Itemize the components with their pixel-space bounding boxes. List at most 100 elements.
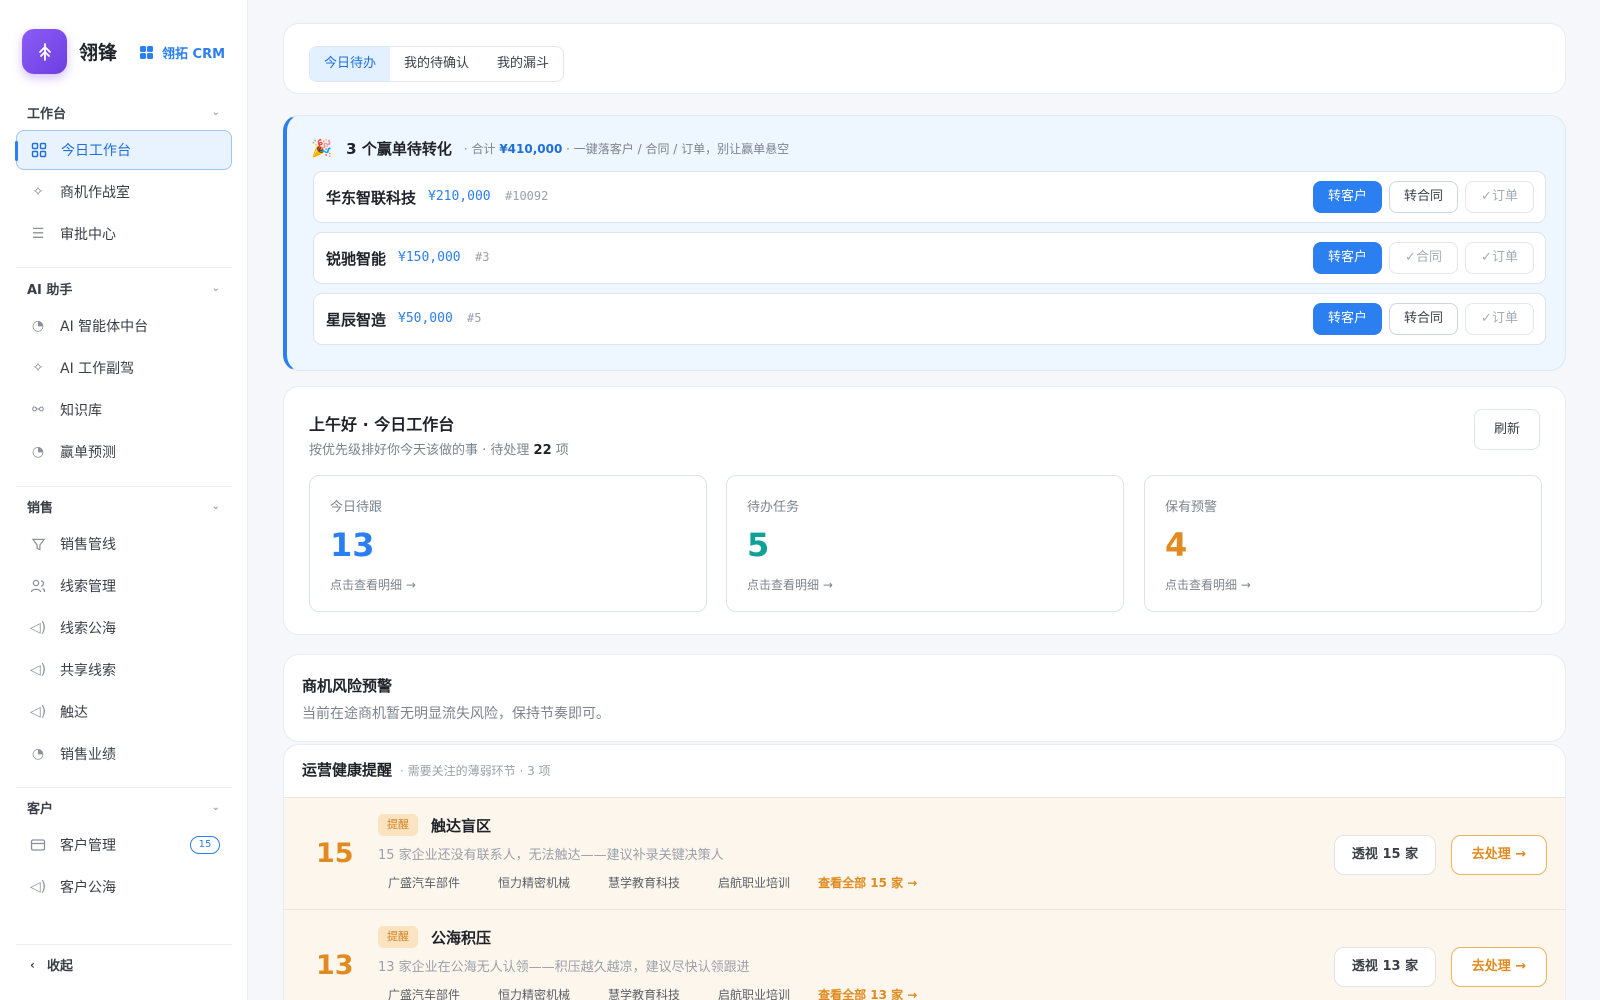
gauge-icon: ◔ <box>31 746 45 762</box>
sidebar-item-lead-pool[interactable]: ◁) 线索公海 <box>16 608 232 648</box>
refresh-button[interactable]: 刷新 <box>1474 409 1540 450</box>
product-name: 翎拓 CRM <box>162 47 226 62</box>
won-deals-subtitle: · 合计 ¥410,000 · 一键落客户 / 合同 / 订单，别让赢单悬空 <box>463 142 790 156</box>
nav-section-title: AI 助手 <box>27 282 73 298</box>
company-chip[interactable]: 启航职业培训 <box>718 874 790 891</box>
won-deals-card: 🎉 3 个赢单待转化 · 合计 ¥410,000 · 一键落客户 / 合同 / … <box>283 115 1566 371</box>
view-all-link[interactable]: 查看全部 15 家 → <box>818 874 917 891</box>
nav-section-title: 工作台 <box>27 106 67 122</box>
company-chip[interactable]: 广盛汽车部件 <box>388 986 460 1000</box>
health-alert-row: 15 提醒 触达盲区 15 家企业还没有联系人，无法触达——建议补录关键决策人 … <box>284 797 1565 909</box>
won-deal-row: 星辰智造 ¥50,000 #5 转客户 转合同 ✓订单 <box>313 293 1546 345</box>
handle-button[interactable]: 去处理 → <box>1451 835 1547 875</box>
sidebar-item-lead-management[interactable]: 线索管理 <box>16 566 232 606</box>
sidebar-item-label: AI 工作副驾 <box>60 361 135 377</box>
convert-customer-button[interactable]: 转客户 <box>1313 242 1382 274</box>
sidebar-item-label: 商机作战室 <box>60 185 130 201</box>
company-chip[interactable]: 恒力精密机械 <box>498 874 570 891</box>
tabs-card: 今日待办 我的待确认 我的漏斗 <box>283 23 1566 94</box>
greeting-title: 上午好 · 今日工作台 <box>309 415 455 434</box>
handle-button[interactable]: 去处理 → <box>1451 947 1547 987</box>
sidebar-item-customer-management[interactable]: 客户管理 15 <box>16 825 232 865</box>
deal-id: #3 <box>475 250 490 264</box>
nav-section-sales: 销售 ⌄ 销售管线 线索管理 ◁) 线索公海 ◁) 共享线索 ◁) 触达 ◔ 销… <box>16 494 232 774</box>
tab-my-funnel[interactable]: 我的漏斗 <box>483 47 563 81</box>
sidebar-item-ai-agent-hub[interactable]: ◔ AI 智能体中台 <box>16 306 232 346</box>
deal-id: #5 <box>467 311 482 325</box>
sidebar-item-win-forecast[interactable]: ◔ 赢单预测 <box>16 432 232 472</box>
order-done-button[interactable]: ✓订单 <box>1465 181 1534 213</box>
sidebar-item-outreach[interactable]: ◁) 触达 <box>16 692 232 732</box>
convert-customer-button[interactable]: 转客户 <box>1313 303 1382 335</box>
sidebar-item-sales-pipeline[interactable]: 销售管线 <box>16 524 232 564</box>
order-done-button[interactable]: ✓订单 <box>1465 303 1534 335</box>
sidebar-item-label: 审批中心 <box>60 227 116 243</box>
company-chip[interactable]: 慧学教育科技 <box>608 986 680 1000</box>
nav-section-header[interactable]: 销售 ⌄ <box>16 494 232 518</box>
stat-card-followups[interactable]: 今日待跟 13 点击查看明细 → <box>309 475 707 612</box>
gauge-icon: ◔ <box>31 444 45 460</box>
nav-section-title: 客户 <box>27 801 54 817</box>
inspect-button[interactable]: 透视 13 家 <box>1334 947 1436 987</box>
sidebar-item-label: 客户公海 <box>60 880 116 896</box>
alert-title: 触达盲区 <box>431 817 492 835</box>
sidebar-item-today-workbench[interactable]: 今日工作台 <box>15 130 232 170</box>
deal-amount: ¥150,000 <box>398 250 461 265</box>
grid-icon <box>30 141 48 159</box>
nav-section-header[interactable]: 工作台 ⌄ <box>16 100 232 124</box>
nav-section-header[interactable]: AI 助手 ⌄ <box>16 276 232 300</box>
contract-done-button[interactable]: ✓合同 <box>1389 242 1458 274</box>
tab-today-todo[interactable]: 今日待办 <box>310 47 391 81</box>
health-subtitle: · 需要关注的薄弱环节 · 3 项 <box>400 764 551 778</box>
company-chip[interactable]: 启航职业培训 <box>718 986 790 1000</box>
order-done-button[interactable]: ✓订单 <box>1465 242 1534 274</box>
stat-detail-link[interactable]: 点击查看明细 → <box>747 576 833 593</box>
view-all-link[interactable]: 查看全部 13 家 → <box>818 986 917 1000</box>
company-chip[interactable]: 广盛汽车部件 <box>388 874 460 891</box>
feather-icon <box>38 42 51 61</box>
convert-contract-button[interactable]: 转合同 <box>1389 303 1458 335</box>
deal-company[interactable]: 华东智联科技 <box>326 187 416 208</box>
health-alert-row: 13 提醒 公海积压 13 家企业在公海无人认领——积压越久越凉，建议尽快认领跟… <box>284 909 1565 1000</box>
deal-id: #10092 <box>505 189 549 203</box>
product-switcher[interactable]: 翎拓 CRM <box>140 43 225 62</box>
stat-card-alerts[interactable]: 保有预警 4 点击查看明细 → <box>1144 475 1542 612</box>
collapse-sidebar-button[interactable]: ‹ 收起 <box>30 955 73 975</box>
deal-company[interactable]: 锐驰智能 <box>326 248 386 269</box>
stat-detail-link[interactable]: 点击查看明细 → <box>1165 576 1251 593</box>
tab-my-pending-confirm[interactable]: 我的待确认 <box>390 47 483 81</box>
sidebar-item-label: 销售管线 <box>60 537 116 553</box>
link-icon: ⚯ <box>32 402 44 418</box>
convert-customer-button[interactable]: 转客户 <box>1313 181 1382 213</box>
alert-title: 公海积压 <box>431 929 492 947</box>
sidebar-item-deal-room[interactable]: ✧ 商机作战室 <box>16 172 232 212</box>
inspect-button[interactable]: 透视 15 家 <box>1334 835 1436 875</box>
today-workbench-card: 上午好 · 今日工作台 按优先级排好你今天该做的事 · 待处理 22 项 刷新 … <box>283 386 1566 635</box>
sidebar-item-approval-center[interactable]: ☰ 审批中心 <box>16 214 232 254</box>
deal-company[interactable]: 星辰智造 <box>326 309 386 330</box>
sidebar-item-sales-performance[interactable]: ◔ 销售业绩 <box>16 734 232 774</box>
nav-section-ai-assistant: AI 助手 ⌄ ◔ AI 智能体中台 ✧ AI 工作副驾 ⚯ 知识库 ◔ 赢单预… <box>16 276 232 472</box>
stat-label: 今日待跟 <box>330 500 383 515</box>
health-header: 运营健康提醒 · 需要关注的薄弱环节 · 3 项 <box>302 759 551 780</box>
sidebar-item-label: 触达 <box>60 705 88 721</box>
sidebar-item-label: 共享线索 <box>60 663 116 679</box>
stat-label: 保有预警 <box>1165 500 1218 515</box>
sidebar-item-shared-leads[interactable]: ◁) 共享线索 <box>16 650 232 690</box>
sidebar-item-label: 销售业绩 <box>60 747 116 763</box>
nav-section-header[interactable]: 客户 ⌄ <box>16 795 232 819</box>
company-chip[interactable]: 慧学教育科技 <box>608 874 680 891</box>
sidebar-item-ai-copilot[interactable]: ✧ AI 工作副驾 <box>16 348 232 388</box>
stat-card-tasks[interactable]: 待办任务 5 点击查看明细 → <box>726 475 1124 612</box>
company-chip[interactable]: 恒力精密机械 <box>498 986 570 1000</box>
company-chips: 广盛汽车部件 恒力精密机械 慧学教育科技 启航职业培训 查看全部 15 家 → <box>378 874 917 891</box>
sidebar-item-knowledge-base[interactable]: ⚯ 知识库 <box>16 390 232 430</box>
brand[interactable]: 翎锋 <box>22 29 117 74</box>
stat-detail-link[interactable]: 点击查看明细 → <box>330 576 416 593</box>
divider <box>16 486 232 487</box>
filter-icon <box>29 535 47 553</box>
won-deal-row: 锐驰智能 ¥150,000 #3 转客户 ✓合同 ✓订单 <box>313 232 1546 284</box>
divider <box>16 267 232 268</box>
convert-contract-button[interactable]: 转合同 <box>1389 181 1458 213</box>
sidebar-item-customer-pool[interactable]: ◁) 客户公海 <box>16 867 232 907</box>
